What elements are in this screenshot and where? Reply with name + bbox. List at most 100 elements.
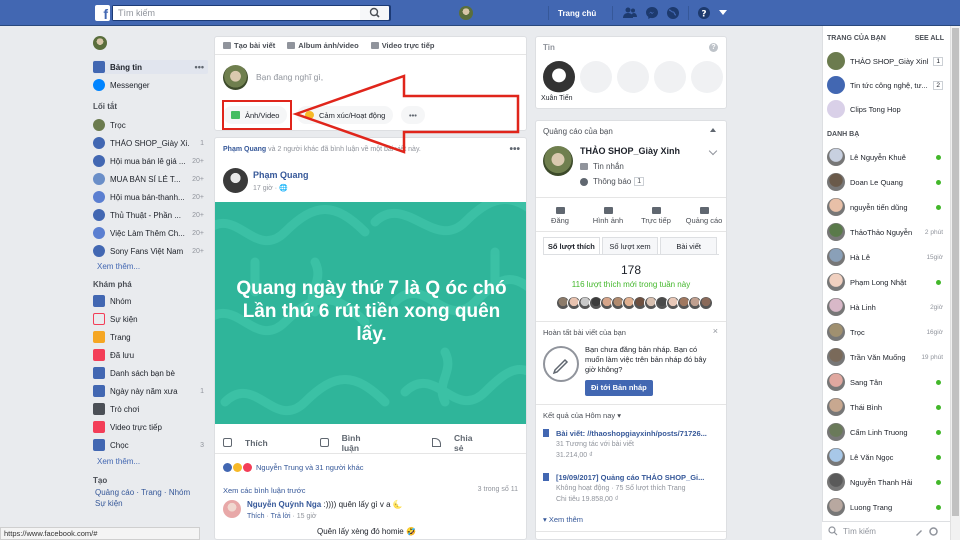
shortcut-item[interactable]: Sony Fans Việt Nam 20+ <box>93 244 208 258</box>
story-owner[interactable]: Xuân Tiến <box>541 95 573 102</box>
page-item[interactable]: Tin tức công nghệ, tư... 2 <box>827 76 945 94</box>
home-link[interactable]: Trang chủ <box>558 9 596 18</box>
friend-requests-icon[interactable] <box>623 6 637 20</box>
shortcut-item[interactable]: Việc Làm Thêm Ch... 20+ <box>93 226 208 240</box>
see-all-link[interactable]: SEE ALL <box>915 35 944 42</box>
commenter-avatar[interactable] <box>223 500 241 518</box>
contact-item[interactable]: Cẩm Linh Truong <box>827 423 945 441</box>
explore-item[interactable]: Trò chơi <box>93 402 208 416</box>
contact-item[interactable]: Trần Văn Muống 19 phút <box>827 348 945 366</box>
reactions-summary[interactable]: Nguyễn Trung và 31 người khác <box>223 463 364 472</box>
help-icon[interactable]: ? <box>709 43 718 52</box>
insights-tab[interactable]: Số lượt xem <box>601 237 659 254</box>
post-options-icon[interactable]: ••• <box>509 144 520 155</box>
like-button[interactable]: Thích <box>223 438 290 448</box>
tab-album[interactable]: Album ảnh/video <box>287 41 359 50</box>
story-avatar[interactable] <box>543 61 575 93</box>
search-button[interactable] <box>360 5 390 21</box>
tab-live-video[interactable]: Video trực tiếp <box>370 41 435 50</box>
contact-item[interactable]: ThảoThảo Nguyễn 2 phút <box>827 223 945 241</box>
explore-item[interactable]: Sự kiện <box>93 312 208 326</box>
contact-item[interactable]: Phạm Long Nhật <box>827 273 945 291</box>
comment-button[interactable]: Bình luận <box>319 433 402 453</box>
messages-link[interactable]: Tin nhắn <box>580 162 624 171</box>
comment-reply-link[interactable]: Trả lời <box>271 513 291 520</box>
shortcut-item[interactable]: Hội mua bán lê giá ... 20+ <box>93 154 208 168</box>
user-avatar[interactable] <box>93 36 107 50</box>
see-more-link[interactable]: Xem thêm... <box>93 262 140 271</box>
see-previous-comments[interactable]: Xem các bình luận trước <box>223 486 305 495</box>
feeling-activity-button[interactable]: Cảm xúc/Hoạt động <box>297 106 394 124</box>
fan-avatar[interactable] <box>699 296 713 310</box>
page-avatar[interactable] <box>543 146 573 176</box>
contact-item[interactable]: Luong Trang <box>827 498 945 516</box>
scrollbar-thumb[interactable] <box>952 28 959 516</box>
close-icon[interactable]: × <box>713 326 718 336</box>
explore-item[interactable]: Chọc 3 <box>93 438 208 452</box>
more-options-icon[interactable]: ••• <box>195 62 204 72</box>
page-action-button[interactable]: Đăng <box>538 207 583 225</box>
explore-item[interactable]: Ngày này năm xưa 1 <box>93 384 208 398</box>
nav-item-feed[interactable]: Bảng tin ••• <box>93 60 208 74</box>
search-input[interactable] <box>113 6 363 20</box>
see-more-link[interactable]: Xem thêm... <box>93 457 140 466</box>
context-name[interactable]: Phạm Quang <box>223 146 266 153</box>
page-name[interactable]: THẢO SHOP_Giày Xinh <box>580 146 680 156</box>
page-action-button[interactable]: Quảng cáo <box>682 207 727 225</box>
share-button[interactable]: Chia sẻ <box>432 433 506 453</box>
contact-item[interactable]: Sang Tân <box>827 373 945 391</box>
chevron-down-icon[interactable] <box>719 10 727 15</box>
explore-item[interactable]: Trang <box>93 330 208 344</box>
results-title[interactable]: Kết quả của Hôm nay ▾ <box>543 411 621 420</box>
scrollbar[interactable] <box>950 26 960 540</box>
explore-item[interactable]: Danh sách bạn bè <box>93 366 208 380</box>
post-background[interactable]: Quang ngày thứ 7 là Q óc chó Lần thứ 6 r… <box>215 202 526 424</box>
post-time[interactable]: 17 giờ · 🌐 <box>253 184 288 192</box>
pencil-icon[interactable] <box>915 527 924 536</box>
result-title[interactable]: [19/09/2017] Quảng cáo THẢO SHOP_Gi... <box>556 473 721 482</box>
facebook-logo[interactable]: f <box>95 5 110 21</box>
tab-create-post[interactable]: Tạo bài viết <box>223 41 275 50</box>
author-avatar[interactable] <box>223 168 248 193</box>
page-action-button[interactable]: Hình ảnh <box>586 207 631 225</box>
profile-avatar[interactable] <box>459 6 473 20</box>
create-links[interactable]: Quảng cáo · Trang · Nhóm <box>95 488 190 497</box>
notifications-link[interactable]: Thông báo 1 <box>580 177 645 186</box>
shortcut-item[interactable]: THẢO SHOP_Giày Xi... 1 <box>93 136 208 150</box>
result-title[interactable]: Bài viết: //thaoshopgiayxinh/posts/71726… <box>556 429 721 438</box>
contacts-search[interactable]: Tìm kiếm <box>822 521 950 540</box>
messenger-icon[interactable] <box>645 6 659 20</box>
insights-tab[interactable]: Số lượt thích <box>543 237 600 254</box>
author-name[interactable]: Phạm Quang <box>253 170 309 180</box>
gear-icon[interactable] <box>929 526 938 536</box>
nav-item-messenger[interactable]: Messenger <box>93 78 208 92</box>
shortcut-item[interactable]: MUA BÁN SỈ LẺ T... 20+ <box>93 172 208 186</box>
explore-item[interactable]: Đã lưu <box>93 348 208 362</box>
page-action-button[interactable]: Trực tiếp <box>634 207 679 225</box>
contact-item[interactable]: Hà Linh 2giờ <box>827 298 945 316</box>
contact-item[interactable]: Doan Le Quang <box>827 173 945 191</box>
page-item[interactable]: THẢO SHOP_Giày Xinh 1 <box>827 52 945 70</box>
shortcut-item[interactable]: Thủ Thuật - Phần ... 20+ <box>93 208 208 222</box>
contact-item[interactable]: nguyễn tiến dũng <box>827 198 945 216</box>
explore-item[interactable]: Video trực tiếp <box>93 420 208 434</box>
explore-item[interactable]: Nhóm <box>93 294 208 308</box>
shortcut-item[interactable]: Hội mua bán-thanh... 20+ <box>93 190 208 204</box>
shortcut-item[interactable]: Trọc <box>93 118 208 132</box>
search-box[interactable] <box>112 5 391 21</box>
see-more-link[interactable]: ▾ Xem thêm <box>543 515 583 524</box>
contact-item[interactable]: Lê Nguyễn Khuê <box>827 148 945 166</box>
contact-item[interactable]: Hà Lê 15giờ <box>827 248 945 266</box>
more-button[interactable]: ••• <box>401 106 425 124</box>
globe-icon[interactable] <box>666 6 680 20</box>
help-icon[interactable]: ? <box>697 6 711 20</box>
collapse-icon[interactable] <box>710 128 716 132</box>
composer-input[interactable]: Bạn đang nghĩ gì, <box>256 72 323 82</box>
go-to-draft-button[interactable]: Đi tới Bản nháp <box>585 380 653 396</box>
chevron-down-icon[interactable] <box>708 146 718 156</box>
contact-item[interactable]: Trọc 16giờ <box>827 323 945 341</box>
comment-like-link[interactable]: Thích <box>247 513 265 520</box>
page-item[interactable]: Clips Tong Hop <box>827 100 945 118</box>
contact-item[interactable]: Lê Văn Ngọc <box>827 448 945 466</box>
commenter-name[interactable]: Nguyễn Quỳnh Nga <box>247 500 321 509</box>
